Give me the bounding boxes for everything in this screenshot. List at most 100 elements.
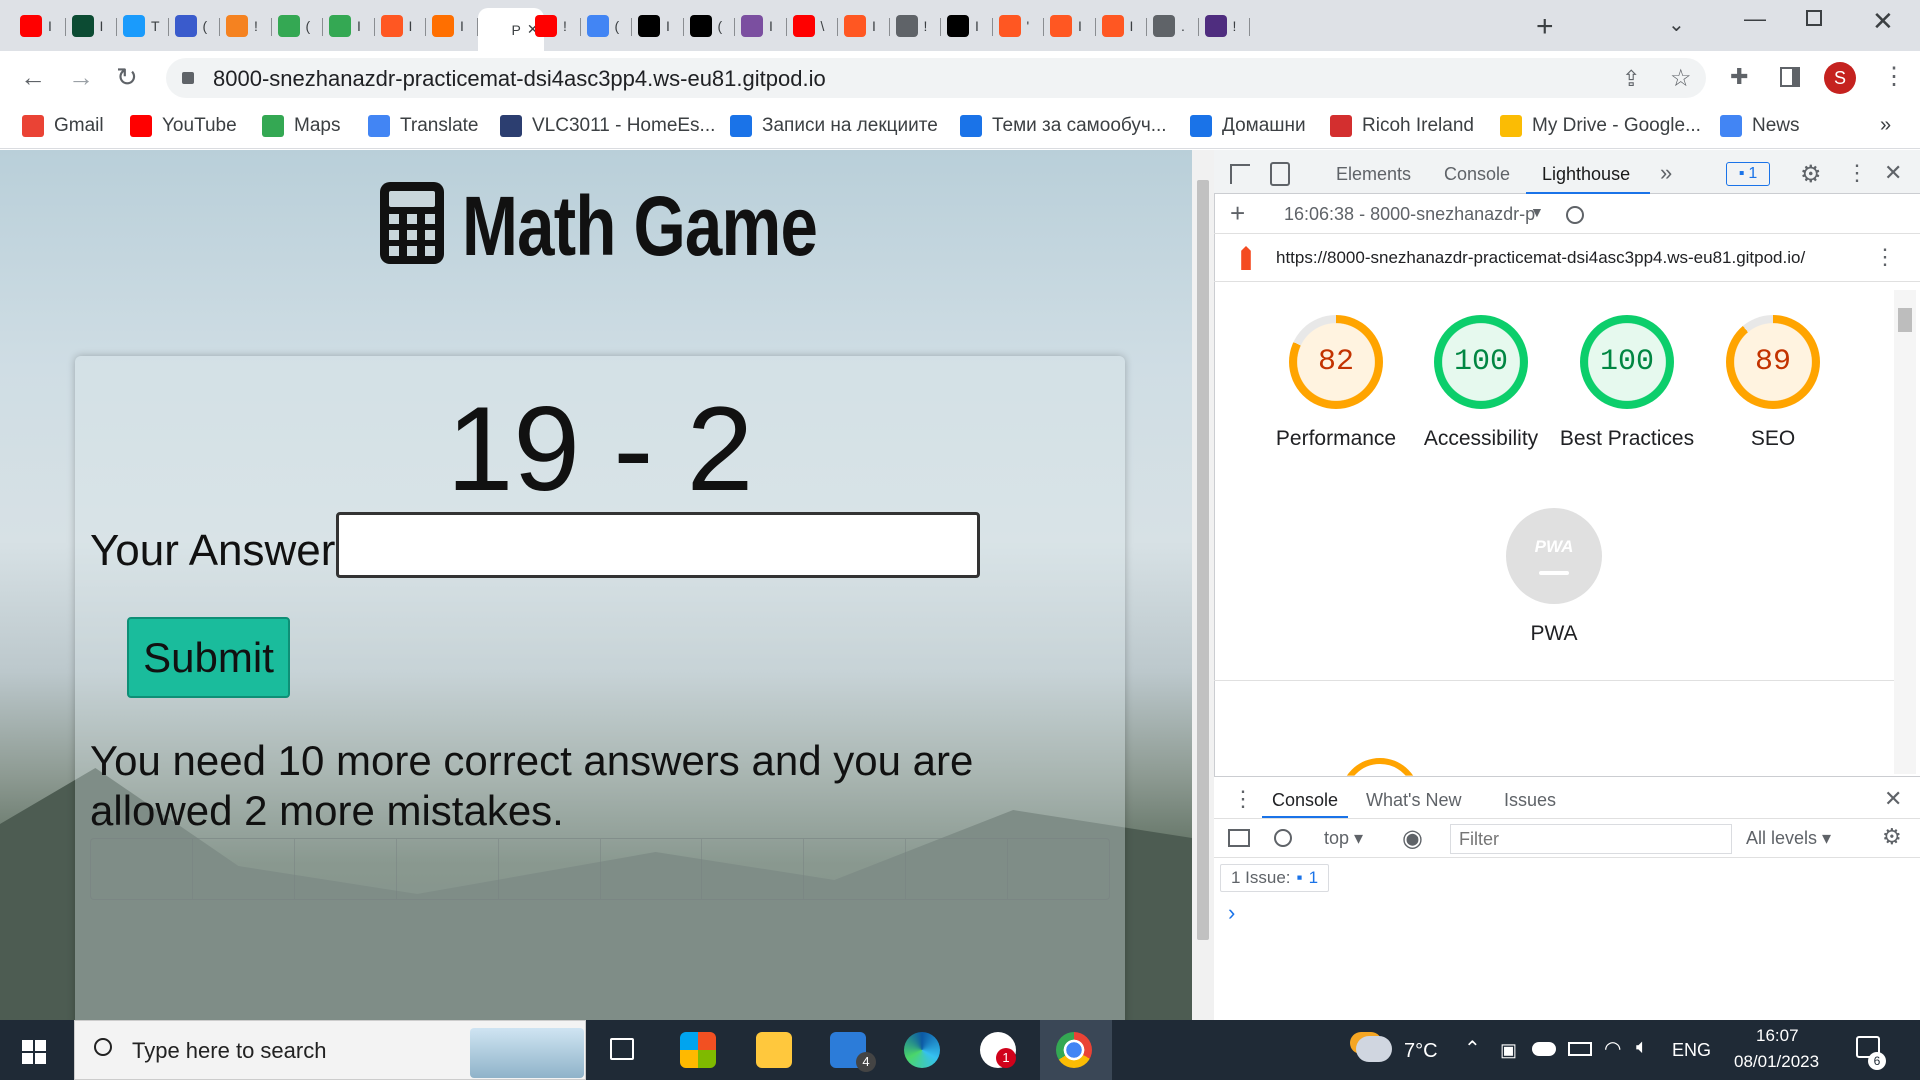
browser-tab[interactable]: I	[838, 10, 890, 42]
menu-icon[interactable]: ⋮	[1882, 62, 1906, 91]
drawer-tab-issues[interactable]: Issues	[1504, 790, 1556, 811]
more-bookmarks-icon[interactable]: »	[1880, 114, 1891, 137]
close-drawer-icon[interactable]: ✕	[1884, 786, 1902, 812]
windows-start-icon[interactable]	[22, 1040, 46, 1064]
submit-button[interactable]: Submit	[127, 617, 290, 698]
sidebar-toggle-icon[interactable]	[1228, 829, 1250, 847]
battery-icon[interactable]	[1568, 1042, 1592, 1056]
browser-tab[interactable]: !	[529, 10, 581, 42]
dropdown-arrow-icon[interactable]: ▼	[1530, 204, 1544, 220]
bookmark-item[interactable]: Записи на лекциите	[730, 114, 938, 138]
task-view-icon[interactable]	[610, 1038, 634, 1060]
issues-counter[interactable]: 1 Issue: ▪ 1	[1220, 864, 1330, 892]
bookmark-item[interactable]: Ricoh Ireland	[1330, 114, 1474, 138]
browser-tab[interactable]: I	[941, 10, 993, 42]
browser-tab[interactable]: (	[272, 10, 323, 42]
bookmark-item[interactable]: Maps	[262, 114, 340, 138]
bookmark-star-icon[interactable]: ☆	[1670, 64, 1692, 93]
clock-time[interactable]: 16:07	[1756, 1026, 1799, 1046]
issues-badge[interactable]: ▪ 1	[1726, 162, 1770, 186]
browser-tab[interactable]: !	[890, 10, 941, 42]
tab-console[interactable]: Console	[1444, 164, 1510, 185]
browser-tab[interactable]: '	[993, 10, 1044, 42]
bookmark-item[interactable]: Translate	[368, 114, 479, 138]
inspect-icon[interactable]	[1230, 164, 1250, 184]
browser-tab[interactable]: I	[1096, 10, 1147, 42]
side-panel-icon[interactable]	[1780, 67, 1800, 87]
context-select[interactable]: top ▾	[1324, 828, 1363, 849]
browser-tab[interactable]: I	[375, 10, 426, 42]
clear-icon[interactable]	[1566, 206, 1584, 224]
browser-tab[interactable]: I	[14, 10, 66, 42]
share-icon[interactable]: ⇪	[1622, 66, 1640, 92]
tray-chevron-icon[interactable]: ⌃	[1464, 1036, 1481, 1061]
url-text[interactable]: 8000-snezhanazdr-practicemat-dsi4asc3pp4…	[213, 66, 826, 92]
meet-icon[interactable]: ▣	[1500, 1040, 1517, 1061]
eye-icon[interactable]: ◉	[1402, 824, 1423, 853]
filter-input[interactable]	[1450, 824, 1732, 854]
bookmark-item[interactable]: Теми за самообуч...	[960, 114, 1167, 138]
bookmark-item[interactable]: News	[1720, 114, 1800, 138]
devtools-menu-icon[interactable]: ⋮	[1846, 160, 1868, 186]
restore-button[interactable]	[1806, 10, 1822, 26]
drawer-tab-whats-new[interactable]: What's New	[1366, 790, 1461, 811]
new-tab-button[interactable]: +	[1536, 10, 1554, 44]
browser-tab[interactable]: \	[787, 10, 838, 42]
score-gauge[interactable]: 89	[1726, 315, 1820, 409]
close-devtools-icon[interactable]: ✕	[1884, 160, 1902, 186]
browser-tab[interactable]: I	[66, 10, 117, 42]
browser-tab[interactable]: !	[1199, 10, 1250, 42]
language-indicator[interactable]: ENG	[1672, 1040, 1711, 1061]
console-settings-icon[interactable]: ⚙	[1882, 824, 1902, 850]
drawer-menu-icon[interactable]: ⋮	[1232, 786, 1254, 812]
file-explorer-icon[interactable]	[756, 1032, 792, 1068]
back-button[interactable]: ←	[20, 62, 46, 93]
levels-select[interactable]: All levels ▾	[1746, 828, 1831, 849]
device-toolbar-icon[interactable]	[1270, 162, 1290, 186]
browser-tab[interactable]: (	[684, 10, 735, 42]
browser-tab[interactable]: I	[632, 10, 684, 42]
score-gauge[interactable]: 100	[1434, 315, 1528, 409]
close-window-button[interactable]: ✕	[1872, 6, 1894, 37]
new-report-icon[interactable]: +	[1230, 198, 1245, 229]
report-url[interactable]: https://8000-snezhanazdr-practicemat-dsi…	[1276, 248, 1805, 268]
bookmark-item[interactable]: My Drive - Google...	[1500, 114, 1701, 138]
bookmark-item[interactable]: YouTube	[130, 114, 237, 138]
microsoft-store-icon[interactable]	[680, 1032, 716, 1068]
drawer-tab-console[interactable]: Console	[1272, 790, 1338, 811]
browser-tab[interactable]: I	[323, 10, 375, 42]
browser-tab[interactable]: (	[581, 10, 632, 42]
browser-tab[interactable]: I	[426, 10, 478, 42]
answer-input[interactable]	[336, 512, 980, 578]
score-gauge[interactable]: 82	[1289, 315, 1383, 409]
wifi-icon[interactable]: ◠	[1604, 1036, 1621, 1061]
more-tabs-icon[interactable]: »	[1660, 160, 1672, 186]
clear-console-icon[interactable]	[1274, 829, 1292, 847]
lighthouse-scrollbar[interactable]	[1894, 290, 1916, 774]
chrome-icon[interactable]	[1056, 1032, 1092, 1068]
bookmark-item[interactable]: Домашни	[1190, 114, 1306, 138]
onedrive-icon[interactable]	[1532, 1042, 1556, 1056]
report-menu-icon[interactable]: ⋮	[1874, 244, 1896, 270]
bookmark-item[interactable]: Gmail	[22, 114, 104, 138]
edge-icon[interactable]	[904, 1032, 940, 1068]
browser-tab[interactable]: !	[220, 10, 272, 42]
reload-button[interactable]: ↻	[116, 62, 138, 93]
clock-date[interactable]: 08/01/2023	[1734, 1052, 1819, 1072]
browser-tab[interactable]: T	[117, 10, 169, 42]
tab-elements[interactable]: Elements	[1336, 164, 1411, 185]
console-prompt[interactable]: ›	[1228, 900, 1235, 926]
tab-search-icon[interactable]: ⌄	[1668, 12, 1685, 37]
extensions-icon[interactable]: ✚	[1730, 64, 1748, 90]
browser-tab[interactable]: (	[169, 10, 220, 42]
profile-avatar[interactable]: S	[1824, 62, 1856, 94]
minimize-button[interactable]: —	[1744, 6, 1766, 32]
bookmark-item[interactable]: VLC3011 - HomeEs...	[500, 114, 715, 138]
report-select[interactable]: 16:06:38 - 8000-snezhanazdr-p	[1284, 204, 1546, 225]
settings-gear-icon[interactable]: ⚙	[1800, 160, 1822, 189]
volume-icon[interactable]: 🔈︎	[1636, 1036, 1648, 1059]
tab-lighthouse[interactable]: Lighthouse	[1542, 164, 1630, 185]
score-gauge[interactable]: 100	[1580, 315, 1674, 409]
weather-icon[interactable]	[1356, 1036, 1392, 1062]
page-scrollbar[interactable]	[1192, 150, 1214, 1020]
